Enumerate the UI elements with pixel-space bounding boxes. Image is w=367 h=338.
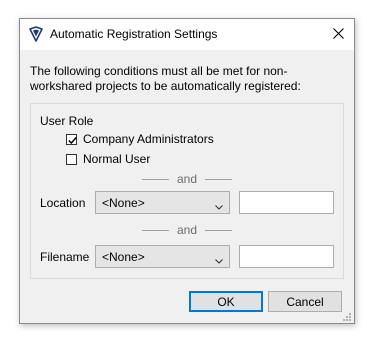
filename-dropdown[interactable]: <None>	[95, 245, 230, 268]
resize-grip-icon[interactable]	[342, 311, 352, 321]
location-selected-value: <None>	[102, 195, 145, 210]
checkmark-icon	[68, 136, 77, 144]
company-admins-label: Company Administrators	[83, 132, 214, 146]
title-bar[interactable]: Automatic Registration Settings	[20, 19, 354, 50]
normal-user-label: Normal User	[83, 152, 151, 166]
and-separator-1: and	[142, 172, 232, 186]
company-admins-checkbox[interactable]: Company Administrators	[66, 132, 214, 146]
chevron-down-icon	[215, 199, 223, 213]
normal-user-checkbox[interactable]: Normal User	[66, 152, 150, 166]
registration-settings-dialog: Automatic Registration Settings The foll…	[19, 18, 355, 324]
filename-selected-value: <None>	[102, 249, 145, 264]
location-dropdown[interactable]: <None>	[95, 191, 230, 214]
close-icon	[333, 27, 344, 42]
location-text-field[interactable]	[239, 191, 334, 214]
conditions-group: User Role Company Administrators Normal …	[30, 103, 344, 279]
window-title: Automatic Registration Settings	[50, 27, 218, 41]
and-separator-2: and	[142, 223, 232, 237]
user-role-label: User Role	[40, 114, 94, 128]
intro-text: The following conditions must all be met…	[30, 64, 301, 93]
checkbox-box[interactable]	[66, 153, 77, 165]
cancel-button[interactable]: Cancel	[268, 291, 342, 312]
filename-text-field[interactable]	[239, 245, 334, 268]
app-shield-icon	[28, 26, 44, 42]
location-label: Location	[40, 196, 86, 210]
chevron-down-icon	[215, 253, 223, 267]
checkbox-box[interactable]	[66, 133, 77, 145]
filename-label: Filename	[40, 250, 90, 264]
close-button[interactable]	[323, 19, 354, 50]
ok-button[interactable]: OK	[189, 291, 263, 312]
